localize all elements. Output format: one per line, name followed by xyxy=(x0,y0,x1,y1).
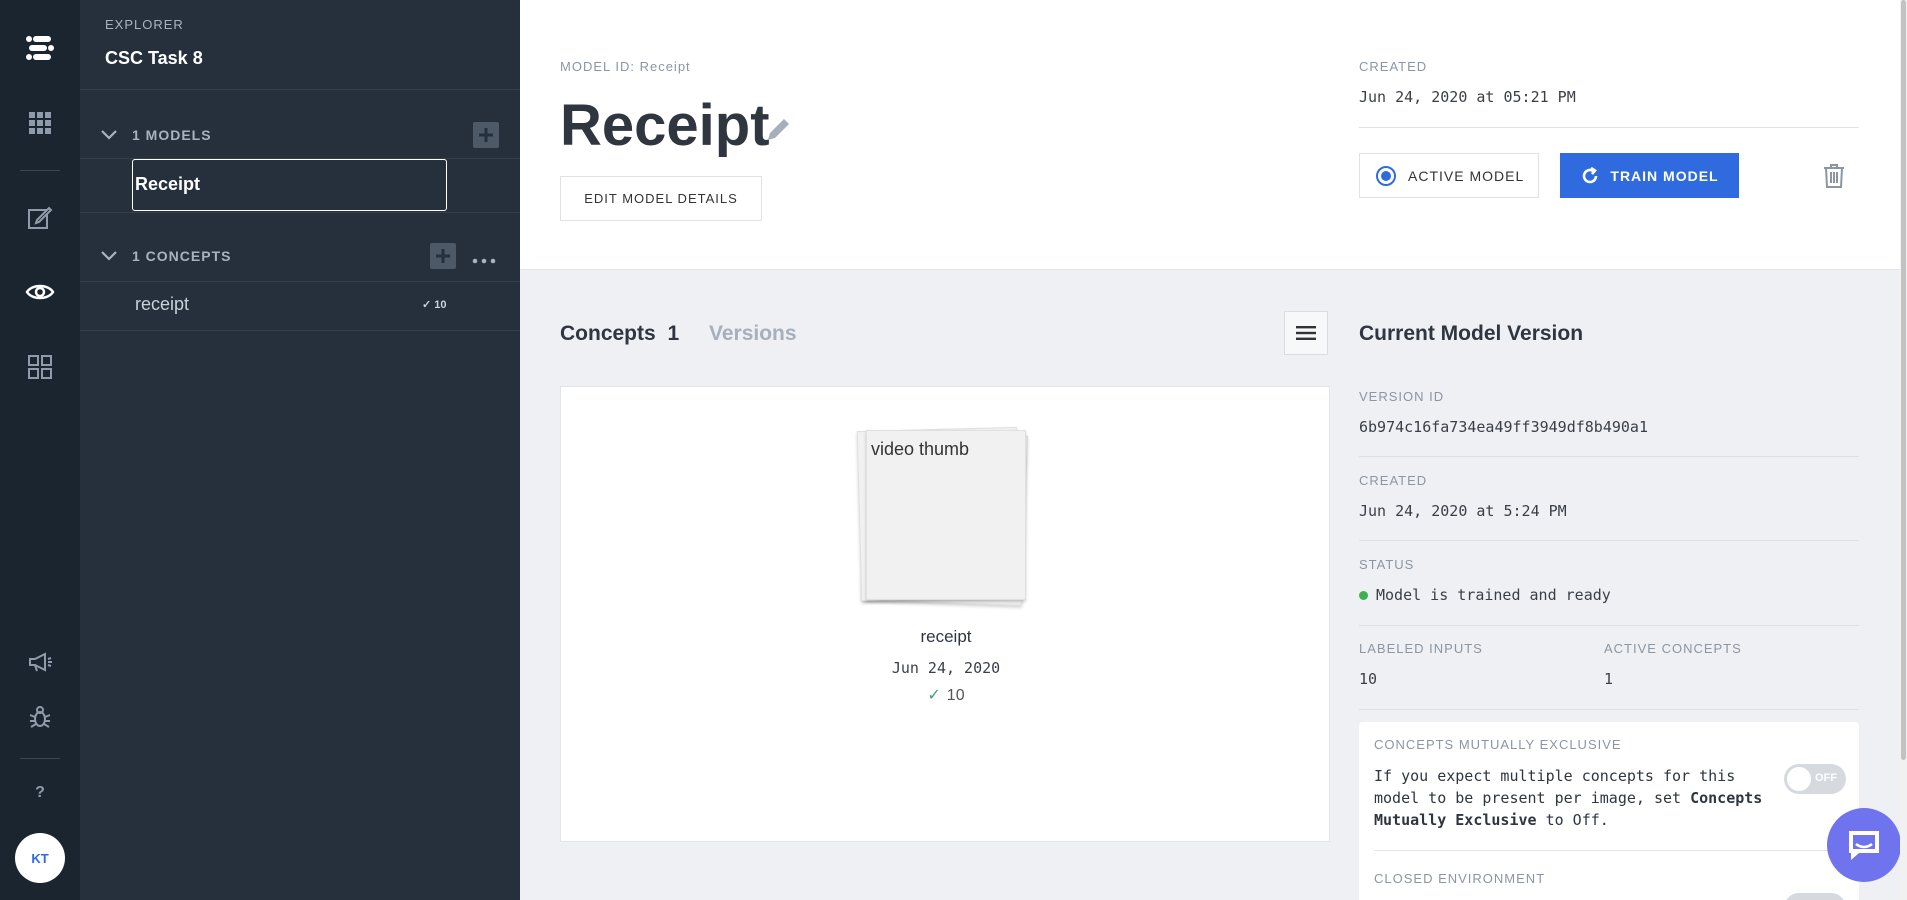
refresh-icon xyxy=(1583,166,1598,183)
avatar[interactable]: KT xyxy=(15,833,65,883)
toggle-knob xyxy=(1787,767,1811,791)
concept-count: ✓ 10 xyxy=(561,685,1331,705)
rail-divider xyxy=(20,758,60,759)
version-id-value: 6b974c16fa734ea49ff3949df8b490a1 xyxy=(1359,418,1648,436)
labeled-inputs-label: LABELED INPUTS xyxy=(1359,641,1483,656)
divider xyxy=(80,212,520,213)
version-created-label: CREATED xyxy=(1359,473,1428,488)
tab-concepts[interactable]: Concepts 1 xyxy=(560,322,679,346)
pencil-icon[interactable] xyxy=(765,115,793,148)
chat-icon xyxy=(1849,831,1879,860)
edit-model-details-button[interactable]: EDIT MODEL DETAILS xyxy=(560,176,762,221)
concept-thumbnail-stack: video thumb xyxy=(851,425,1028,606)
scrollbar[interactable] xyxy=(1900,0,1907,900)
megaphone-icon[interactable] xyxy=(22,644,58,680)
description-text: to Off. xyxy=(1536,811,1609,829)
app-title: CSC Task 8 xyxy=(105,48,203,68)
scrollbar-thumb[interactable] xyxy=(1901,0,1906,760)
divider xyxy=(1359,127,1859,128)
chat-button[interactable] xyxy=(1827,808,1901,882)
add-concept-button[interactable] xyxy=(430,243,456,269)
divider xyxy=(80,281,520,282)
concept-count-value: 10 xyxy=(946,687,965,704)
models-header-label: 1 MODELS xyxy=(132,127,212,143)
divider xyxy=(1359,456,1859,457)
thumbnail-alt-text: video thumb xyxy=(871,439,970,459)
thumbnail-image: video thumb xyxy=(866,430,1026,600)
closed-environment-label: CLOSED ENVIRONMENT xyxy=(1374,871,1546,886)
concept-count-value: 10 xyxy=(434,299,447,311)
sidebar-item-model[interactable]: Receipt xyxy=(132,159,447,211)
explorer-panel: EXPLORER CSC Task 8 1 MODELS Receipt 1 C… xyxy=(80,0,520,900)
status-text: Model is trained and ready xyxy=(1376,586,1611,604)
hamburger-icon xyxy=(1296,326,1316,340)
more-options-icon[interactable] xyxy=(472,252,496,270)
help-icon[interactable]: ? xyxy=(22,775,58,811)
model-header: MODEL ID: Receipt Receipt EDIT MODEL DET… xyxy=(520,0,1900,270)
sidebar-item-concept[interactable]: receipt xyxy=(135,294,189,315)
active-concepts-value: 1 xyxy=(1604,670,1614,688)
bug-icon[interactable] xyxy=(22,699,58,735)
concepts-section-header[interactable]: 1 CONCEPTS xyxy=(100,247,231,265)
train-model-label: TRAIN MODEL xyxy=(1610,167,1719,184)
divider xyxy=(80,330,520,331)
status-label: STATUS xyxy=(1359,557,1415,572)
created-value: Jun 24, 2020 at 05:21 PM xyxy=(1359,88,1576,106)
train-model-button[interactable]: TRAIN MODEL xyxy=(1560,153,1739,198)
main-content: MODEL ID: Receipt Receipt EDIT MODEL DET… xyxy=(520,0,1900,900)
mutually-exclusive-description: If you expect multiple concepts for this… xyxy=(1374,765,1774,831)
apps-grid-icon[interactable] xyxy=(22,105,58,141)
settings-card: CONCEPTS MUTUALLY EXCLUSIVE If you expec… xyxy=(1359,722,1859,900)
check-icon: ✓ xyxy=(422,299,432,311)
explorer-label: EXPLORER xyxy=(105,17,184,32)
tab-concepts-count: 1 xyxy=(667,322,680,345)
icon-rail: ? KT xyxy=(0,0,80,900)
menu-button[interactable] xyxy=(1284,311,1328,355)
edit-icon[interactable] xyxy=(22,200,58,236)
concept-card[interactable]: video thumb receipt Jun 24, 2020 ✓ 10 xyxy=(560,386,1330,842)
check-icon: ✓ xyxy=(927,687,941,704)
toggle-label: OFF xyxy=(1815,772,1837,784)
mutually-exclusive-label: CONCEPTS MUTUALLY EXCLUSIVE xyxy=(1374,737,1622,752)
concept-date: Jun 24, 2020 xyxy=(891,659,1001,677)
closed-environment-toggle[interactable] xyxy=(1784,893,1846,900)
version-id-label: VERSION ID xyxy=(1359,389,1445,404)
active-model-button[interactable]: ACTIVE MODEL xyxy=(1359,153,1539,198)
tab-concepts-label: Concepts xyxy=(560,322,656,345)
plus-icon xyxy=(436,249,450,263)
eye-icon[interactable] xyxy=(22,274,58,310)
plus-icon xyxy=(479,128,493,142)
divider xyxy=(1359,625,1859,626)
current-version-title: Current Model Version xyxy=(1359,322,1584,345)
logo-icon[interactable] xyxy=(22,30,58,66)
models-section-header[interactable]: 1 MODELS xyxy=(100,126,212,144)
labeled-inputs-value: 10 xyxy=(1359,670,1378,688)
divider xyxy=(1359,709,1859,710)
concept-name: receipt xyxy=(920,627,972,646)
divider xyxy=(1359,540,1859,541)
status-value: Model is trained and ready xyxy=(1359,586,1611,604)
rail-divider xyxy=(20,170,60,171)
status-dot-icon xyxy=(1359,591,1368,600)
dashboard-icon[interactable] xyxy=(22,349,58,385)
chevron-down-icon[interactable] xyxy=(100,247,118,265)
version-created-value: Jun 24, 2020 at 5:24 PM xyxy=(1359,502,1567,520)
add-model-button[interactable] xyxy=(473,122,499,148)
concepts-header-label: 1 CONCEPTS xyxy=(132,248,232,264)
page-title: Receipt xyxy=(560,93,770,158)
active-concepts-label: ACTIVE CONCEPTS xyxy=(1604,641,1742,656)
divider xyxy=(80,89,520,90)
created-label: CREATED xyxy=(1359,59,1428,74)
trash-icon[interactable] xyxy=(1822,163,1846,194)
active-model-label: ACTIVE MODEL xyxy=(1408,167,1525,184)
description-text: If you expect multiple concepts for this… xyxy=(1374,767,1736,807)
chevron-down-icon[interactable] xyxy=(100,126,118,144)
radio-icon xyxy=(1376,165,1396,186)
tab-versions[interactable]: Versions xyxy=(709,322,797,346)
divider xyxy=(1374,850,1844,851)
mutually-exclusive-toggle[interactable]: OFF xyxy=(1784,764,1846,794)
concept-count: ✓ 10 xyxy=(422,298,446,311)
model-id-label: MODEL ID: Receipt xyxy=(560,59,691,74)
